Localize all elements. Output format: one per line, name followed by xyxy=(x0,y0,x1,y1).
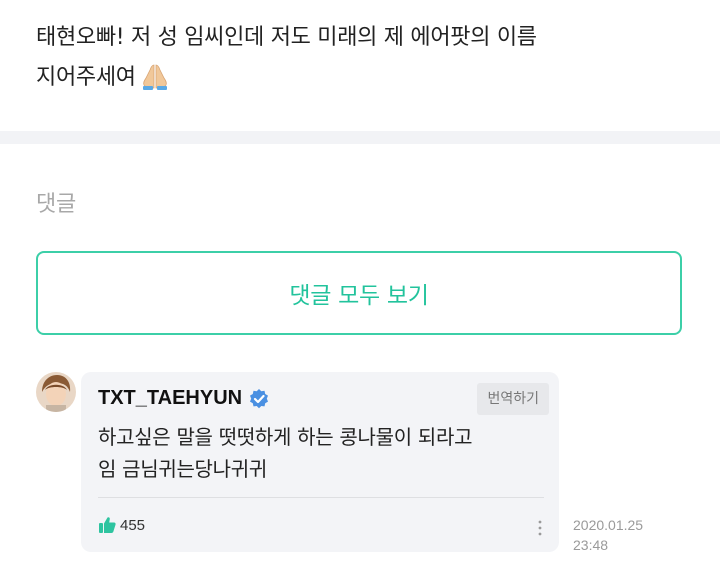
comment-card: TXT_TAEHYUN 번역하기 하고싶은 말을 떳떳하게 하는 콩나물이 되라… xyxy=(81,372,559,552)
like-button[interactable]: 455 xyxy=(98,516,145,534)
comment-text-line-1: 하고싶은 말을 떳떳하게 하는 콩나물이 되라고 xyxy=(98,425,473,449)
more-vertical-icon[interactable] xyxy=(537,518,543,538)
avatar-image xyxy=(36,372,76,412)
post-content: 태현오빠! 저 성 임씨인데 저도 미래의 제 에어팟의 이름 지어주세여 xyxy=(36,18,696,98)
comment-divider xyxy=(98,497,544,498)
like-count: 455 xyxy=(120,516,146,534)
verified-check-icon xyxy=(248,388,270,410)
comment-time: 23:48 xyxy=(573,537,609,553)
thumbs-up-icon xyxy=(98,516,116,534)
view-all-comments-button[interactable]: 댓글 모두 보기 xyxy=(36,251,682,335)
comment-author: TXT_TAEHYUN xyxy=(98,387,270,410)
comment-text: 하고싶은 말을 떳떳하게 하는 콩나물이 되라고 임 금님귀는당나귀귀 xyxy=(98,421,548,485)
comment-timestamp: 2020.01.25 23:48 xyxy=(573,515,643,555)
translate-button[interactable]: 번역하기 xyxy=(477,383,549,415)
comment-text-line-2: 임 금님귀는당나귀귀 xyxy=(98,457,267,481)
folded-hands-icon xyxy=(140,62,170,90)
post-text-line-1: 태현오빠! 저 성 임씨인데 저도 미래의 제 에어팟의 이름 xyxy=(36,25,537,50)
section-divider xyxy=(0,131,720,144)
comment-date: 2020.01.25 xyxy=(573,517,644,533)
post-text-line-2-text: 지어주세여 xyxy=(36,65,136,90)
author-name[interactable]: TXT_TAEHYUN xyxy=(98,387,242,410)
post-detail-page: 태현오빠! 저 성 임씨인데 저도 미래의 제 에어팟의 이름 지어주세여 댓글… xyxy=(0,0,720,585)
post-text-line-2: 지어주세여 xyxy=(36,58,696,98)
comments-section-title: 댓글 xyxy=(36,192,76,217)
avatar[interactable] xyxy=(36,372,76,412)
